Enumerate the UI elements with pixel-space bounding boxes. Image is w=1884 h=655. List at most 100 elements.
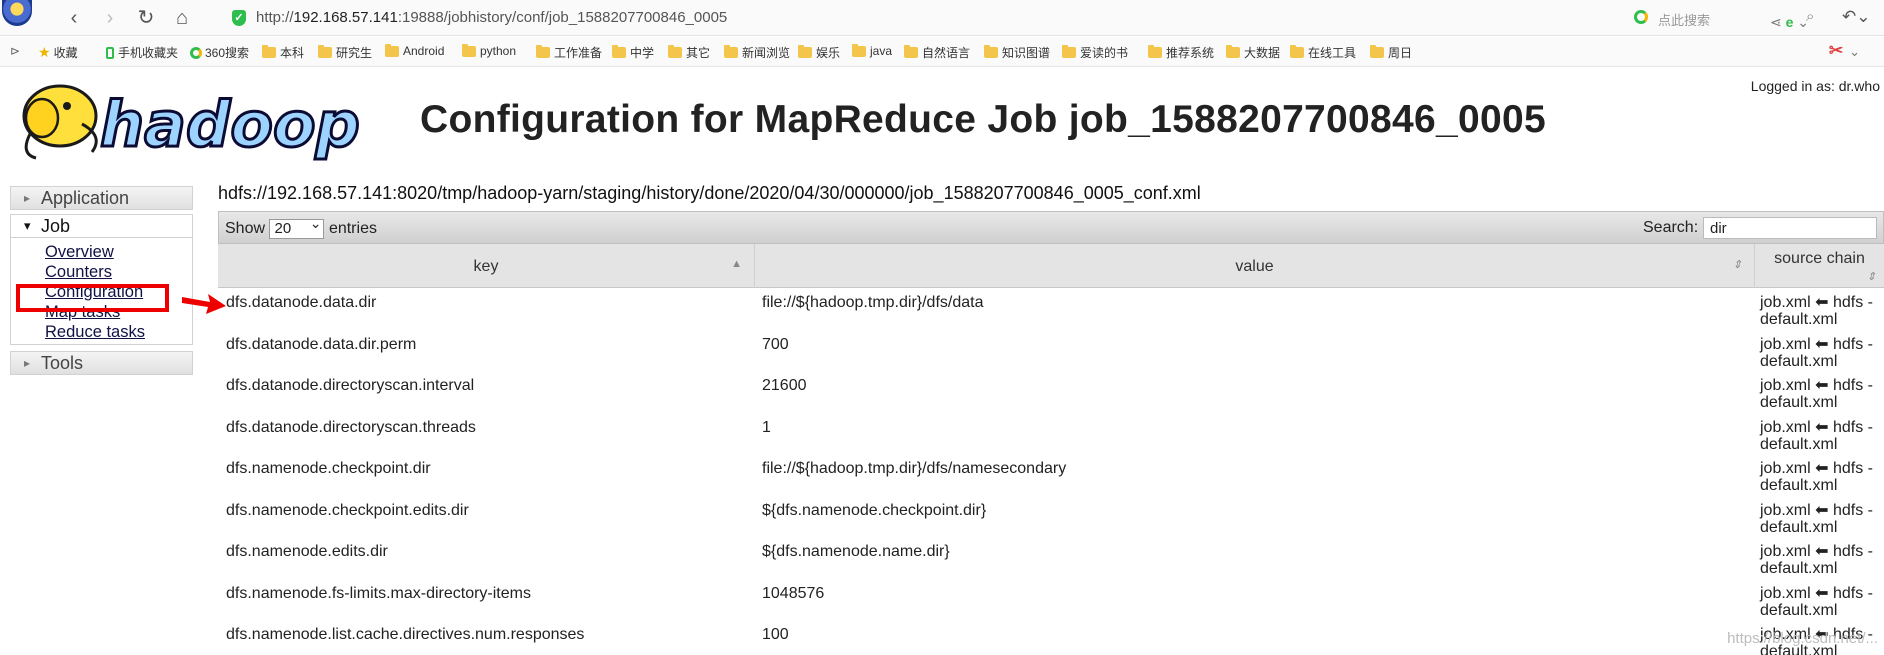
config-value: file://${hadoop.tmp.dir}/dfs/nameseconda… xyxy=(762,460,1067,477)
sidebar-link-reduce-tasks[interactable]: Reduce tasks xyxy=(45,322,192,342)
sidebar: Application Job Overview Counters Config… xyxy=(10,186,193,375)
address-bar[interactable]: ✓ http://192.168.57.141:19888/jobhistory… xyxy=(222,6,1809,30)
browser-search-box[interactable]: 点此搜索 ⌕ xyxy=(1628,6,1824,30)
source-chain: job.xml ⬅ hdfs -default.xml xyxy=(1760,460,1873,494)
folder-icon xyxy=(852,43,866,57)
tools-icon[interactable]: ✂ ⌄ xyxy=(1829,41,1860,61)
bookmark-label: Android xyxy=(403,44,445,58)
page-title: Configuration for MapReduce Job job_1588… xyxy=(420,98,1546,141)
sidebar-link-counters[interactable]: Counters xyxy=(45,262,192,282)
config-key: dfs.namenode.edits.dir xyxy=(226,543,388,560)
folder-icon xyxy=(385,43,399,57)
bookmark-item[interactable]: Android xyxy=(385,43,445,58)
reload-icon[interactable]: ↻ xyxy=(134,6,158,30)
star-icon: ★ xyxy=(38,44,51,60)
folder-icon xyxy=(904,45,918,58)
config-key: dfs.datanode.directoryscan.interval xyxy=(226,377,475,394)
entries-control: Show 20 entries xyxy=(225,214,377,239)
bookmark-label: java xyxy=(870,44,893,58)
secure-shield-icon: ✓ xyxy=(232,10,246,26)
bookmark-item[interactable]: 本科 xyxy=(262,44,304,61)
bookmark-item[interactable]: 工作准备 xyxy=(536,44,602,61)
undo-icon[interactable]: ↶⌄ xyxy=(1842,7,1871,27)
bookmark-item[interactable]: 手机收藏夹 xyxy=(106,44,178,61)
bookmark-item[interactable]: 周日 xyxy=(1370,44,1412,61)
table-row: dfs.namenode.edits.dir ${dfs.namenode.nam… xyxy=(218,537,1884,579)
table-controls: Show 20 entries Search: dir xyxy=(218,211,1884,244)
bookmarks-bar: ⊳ ✂ ⌄ ★ 收藏 手机收藏夹 360搜索 本科 研究生 Android python 工作准备… xyxy=(0,37,1884,67)
bookmark-item[interactable]: python xyxy=(462,43,517,58)
back-icon[interactable]: ‹ xyxy=(62,6,86,30)
hadoop-logo: hadoop xyxy=(22,84,361,161)
config-value: ${dfs.namenode.checkpoint.dir} xyxy=(762,501,987,519)
bookmark-label: 研究生 xyxy=(336,46,373,60)
bookmark-item[interactable]: 娱乐 xyxy=(798,44,840,61)
source-chain: job.xml ⬅ hdfs -default.xml xyxy=(1760,584,1873,619)
bookmark-label: 大数据 xyxy=(1244,46,1281,60)
entries-select[interactable]: 20 xyxy=(269,214,325,239)
folder-icon xyxy=(1290,45,1304,58)
folder-icon xyxy=(724,45,738,58)
bookmark-label: 本科 xyxy=(280,46,305,60)
search-label: Search: xyxy=(1643,219,1699,236)
table-row: dfs.namenode.checkpoint.edits.dir ${dfs.n… xyxy=(218,496,1884,538)
search-icon[interactable]: ⌕ xyxy=(1806,8,1814,25)
config-value: 1048576 xyxy=(762,584,825,602)
column-header-source-chain[interactable]: source chain ⇕ xyxy=(1755,244,1884,288)
folder-icon xyxy=(318,45,332,58)
source-chain: job.xml ⬅ hdfs -default.xml xyxy=(1760,543,1873,577)
bookmark-item[interactable]: 360搜索 xyxy=(190,44,249,61)
config-key: dfs.namenode.checkpoint.edits.dir xyxy=(226,501,469,519)
folder-icon xyxy=(462,43,476,57)
table-header: key ▲ value ⇕ source chain ⇕ xyxy=(218,244,1884,288)
bookmark-item[interactable]: 自然语言 xyxy=(904,44,970,61)
config-value: 21600 xyxy=(762,377,807,394)
table-row: dfs.namenode.checkpoint.dir file://${hado… xyxy=(218,454,1884,496)
bookmark-item[interactable]: 中学 xyxy=(612,44,654,61)
folder-icon xyxy=(536,45,550,58)
config-key: dfs.namenode.list.cache.directives.num.r… xyxy=(226,626,585,643)
bookmark-label: 在线工具 xyxy=(1308,46,1357,60)
bookmark-item[interactable]: 推荐系统 xyxy=(1148,44,1214,61)
column-header-key[interactable]: key ▲ xyxy=(218,244,755,288)
conf-file-path: hdfs://192.168.57.141:8020/tmp/hadoop-ya… xyxy=(218,183,1201,203)
folder-icon xyxy=(668,45,682,58)
sidebar-toggle-icon[interactable]: ⊳ xyxy=(10,44,20,58)
config-value: 700 xyxy=(762,335,789,353)
bookmark-item[interactable]: ★ 收藏 xyxy=(38,44,78,61)
sidebar-tools[interactable]: Tools xyxy=(10,351,193,375)
bookmark-item[interactable]: 研究生 xyxy=(318,44,372,61)
url-text[interactable]: http://192.168.57.141:19888/jobhistory/c… xyxy=(256,9,727,26)
bookmark-item[interactable]: java xyxy=(852,43,893,58)
folder-icon xyxy=(1062,45,1076,58)
bookmark-item[interactable]: 在线工具 xyxy=(1290,44,1356,61)
config-value: 1 xyxy=(762,418,771,436)
logged-in-label: Logged in as: dr.who xyxy=(1750,78,1880,94)
table-search-input[interactable]: dir xyxy=(1703,217,1877,239)
config-value: ${dfs.namenode.name.dir} xyxy=(762,543,950,560)
config-key: dfs.datanode.data.dir.perm xyxy=(226,335,417,353)
bookmark-item[interactable]: 新闻浏览 xyxy=(724,44,790,61)
svg-text:hadoop: hadoop xyxy=(100,88,360,161)
bookmark-label: 收藏 xyxy=(53,46,78,60)
bookmark-item[interactable]: 知识图谱 xyxy=(984,44,1050,61)
bookmark-label: python xyxy=(480,44,517,58)
sort-icon: ⇕ xyxy=(1866,271,1876,283)
home-icon[interactable]: ⌂ xyxy=(170,6,194,30)
configuration-table: Show 20 entries Search: dir key▲ value⇕ … xyxy=(218,211,1884,655)
bookmark-item[interactable]: 爱读的书 xyxy=(1062,44,1128,61)
bookmark-item[interactable]: 大数据 xyxy=(1226,44,1280,61)
forward-icon[interactable]: › xyxy=(98,6,122,30)
bookmark-label: 中学 xyxy=(630,46,655,60)
config-key: dfs.datanode.directoryscan.threads xyxy=(226,418,476,436)
search-placeholder: 点此搜索 xyxy=(1658,13,1711,28)
bookmark-label: 手机收藏夹 xyxy=(118,46,179,60)
sort-asc-icon: ▲ xyxy=(731,258,742,270)
sidebar-link-overview[interactable]: Overview xyxy=(45,242,192,262)
column-header-value[interactable]: value ⇕ xyxy=(755,244,1755,288)
sidebar-job[interactable]: Job xyxy=(10,214,193,238)
bookmark-item[interactable]: 其它 xyxy=(668,44,710,61)
360-icon xyxy=(190,46,202,59)
bookmark-label: 自然语言 xyxy=(922,46,971,60)
sidebar-application[interactable]: Application xyxy=(10,186,193,210)
